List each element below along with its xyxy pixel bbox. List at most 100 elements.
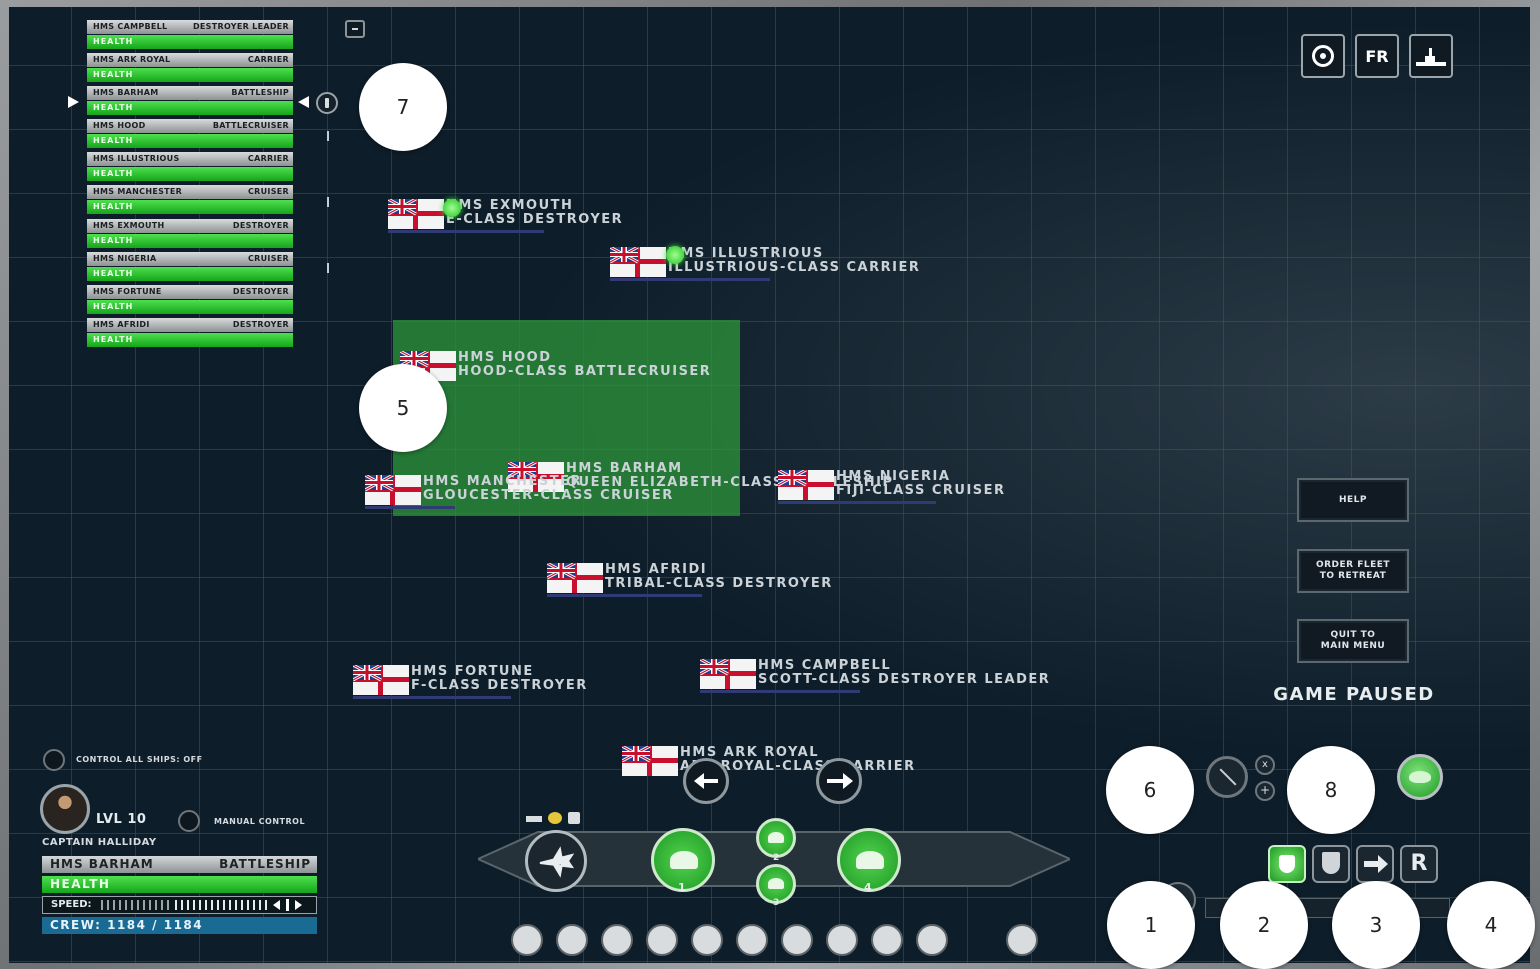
map-ship-class: GLOUCESTER-CLASS CRUISER (423, 488, 674, 503)
ahead-icon[interactable] (511, 924, 543, 956)
map-ship-label[interactable]: HMS FORTUNE F-CLASS DESTROYER (411, 665, 588, 693)
fleet-ship-type: BATTLESHIP (231, 88, 289, 97)
ship-info-icon[interactable] (316, 92, 338, 114)
fleet-ship-type: DESTROYER (232, 287, 289, 296)
map-ship-class: F-CLASS DESTROYER (411, 678, 588, 693)
cycle-right-arrow-icon[interactable] (816, 758, 862, 804)
fleet-ship-name: HMS FORTUNE (93, 287, 162, 296)
defend-order-icon[interactable] (1312, 845, 1350, 883)
propeller-icon[interactable] (556, 924, 588, 956)
captain-avatar[interactable] (40, 784, 90, 834)
retreat-order-icon[interactable]: R (1400, 845, 1438, 883)
secondary-turret-2-button[interactable] (756, 818, 796, 858)
captain-name: CAPTAIN HALLIDAY (42, 837, 157, 848)
compass-button[interactable] (1206, 756, 1248, 798)
ship-health-underline (547, 594, 702, 597)
zoom-out-button[interactable]: x (1255, 755, 1275, 775)
fleet-list-item[interactable]: HMS HOOD BATTLECRUISER HEALTH (87, 119, 293, 149)
tutorial-marker: 2 (1220, 881, 1308, 969)
fleet-ship-health-bar: HEALTH (87, 300, 293, 314)
crew-icon[interactable] (736, 924, 768, 956)
selected-ship-pointer-icon (298, 96, 309, 108)
collapse-fleet-list-button[interactable] (345, 20, 365, 38)
cycle-left-arrow-icon[interactable] (683, 758, 729, 804)
map-ship-name: HMS MANCHESTER (423, 474, 583, 489)
attack-order-icon[interactable] (1268, 845, 1306, 883)
speed-reverse-track[interactable] (101, 900, 171, 910)
fleet-list-item[interactable]: HMS AFRIDI DESTROYER HEALTH (87, 318, 293, 348)
map-ship-label[interactable]: HMS MANCHESTER GLOUCESTER-CLASS CRUISER (423, 475, 674, 503)
zoom-in-button[interactable]: + (1255, 781, 1275, 801)
fleet-list-item[interactable]: HMS FORTUNE DESTROYER HEALTH (87, 285, 293, 315)
fleet-ship-type: BATTLECRUISER (212, 121, 289, 130)
timer-icon[interactable] (646, 924, 678, 956)
fleet-ship-type: CARRIER (247, 154, 289, 163)
speed-bar[interactable]: SPEED: (42, 896, 317, 914)
fleet-ship-health-bar: HEALTH (87, 101, 293, 115)
fleet-ship-type: DESTROYER (232, 320, 289, 329)
tutorial-marker: 8 (1287, 746, 1375, 834)
map-ship-name: HMS CAMPBELL (758, 658, 892, 673)
map-ship-label[interactable]: HMS HOOD HOOD-CLASS BATTLECRUISER (458, 351, 711, 379)
speed-slider-handle[interactable] (273, 898, 307, 912)
fleet-ship-type: DESTROYER LEADER (192, 22, 289, 31)
fleet-ship-type: CRUISER (248, 187, 289, 196)
aircraft-launch-button[interactable] (525, 830, 587, 892)
tutorial-marker: 4 (1447, 881, 1535, 969)
map-ship-name: HMS AFRIDI (605, 562, 708, 577)
list-icon[interactable] (691, 924, 723, 956)
fleet-ship-name-bar: HMS ARK ROYAL CARRIER (87, 53, 293, 67)
secondary-turret-3-number: 3 (773, 898, 780, 908)
control-all-label: CONTROL ALL SHIPS: OFF (76, 755, 203, 764)
selected-ship-arrow-icon (68, 96, 79, 108)
white-ensign-flag-icon (777, 468, 834, 500)
fleet-list-item[interactable]: HMS CAMPBELL DESTROYER LEADER HEALTH (87, 20, 293, 50)
tutorial-marker: 3 (1332, 881, 1420, 969)
order-tick (327, 263, 329, 273)
gauge-icon[interactable] (916, 924, 948, 956)
fleet-list-item[interactable]: HMS BARHAM BATTLESHIP HEALTH (87, 86, 293, 116)
manual-control-label: MANUAL CONTROL (214, 817, 306, 826)
fleet-list-item[interactable]: HMS ARK ROYAL CARRIER HEALTH (87, 53, 293, 83)
fleet-list-item[interactable]: HMS ILLUSTRIOUS CARRIER HEALTH (87, 152, 293, 182)
fleet-ship-health-bar: HEALTH (87, 68, 293, 82)
fleet-ship-name-bar: HMS CAMPBELL DESTROYER LEADER (87, 20, 293, 34)
document-icon[interactable] (601, 924, 633, 956)
order-fleet-retreat-button[interactable]: ORDER FLEET TO RETREAT (1297, 549, 1409, 593)
control-all-toggle[interactable] (43, 749, 65, 771)
map-ship-label[interactable]: HMS NIGERIA FIJI-CLASS CRUISER (836, 470, 1006, 498)
gear-icon[interactable] (781, 924, 813, 956)
quit-main-menu-button[interactable]: QUIT TO MAIN MENU (1297, 619, 1409, 663)
target-reticle-button[interactable] (1301, 34, 1345, 78)
fleet-ship-name: HMS MANCHESTER (93, 187, 183, 196)
crew-bar: CREW: 1184 / 1184 (42, 917, 317, 934)
stop-icon[interactable] (1006, 924, 1038, 956)
map-ship-label[interactable]: HMS ILLUSTRIOUS ILLUSTRIOUS-CLASS CARRIER (668, 247, 920, 275)
map-ship-name: HMS FORTUNE (411, 664, 534, 679)
fleet-list-item[interactable]: HMS NIGERIA CRUISER HEALTH (87, 252, 293, 282)
map-ship-label[interactable]: HMS AFRIDI TRIBAL-CLASS DESTROYER (605, 563, 833, 591)
formation-button[interactable]: FR (1355, 34, 1399, 78)
map-ship-label[interactable]: HMS EXMOUTH E-CLASS DESTROYER (446, 199, 623, 227)
wrench-icon[interactable] (826, 924, 858, 956)
fleet-ship-name-bar: HMS ILLUSTRIOUS CARRIER (87, 152, 293, 166)
fleet-command-button[interactable] (1397, 754, 1443, 800)
fleet-ship-name-bar: HMS EXMOUTH DESTROYER (87, 219, 293, 233)
fleet-list-item[interactable]: HMS EXMOUTH DESTROYER HEALTH (87, 219, 293, 249)
fleet-ship-name: HMS ARK ROYAL (93, 55, 171, 64)
fleet-view-button[interactable] (1409, 34, 1453, 78)
ship-health-underline (353, 696, 511, 699)
fleet-ship-name-bar: HMS BARHAM BATTLESHIP (87, 86, 293, 100)
map-ship-label[interactable]: HMS CAMPBELL SCOTT-CLASS DESTROYER LEADER (758, 659, 1050, 687)
fleet-list-item[interactable]: HMS MANCHESTER CRUISER HEALTH (87, 185, 293, 215)
fleet-ship-health-bar: HEALTH (87, 167, 293, 181)
move-order-icon[interactable] (1356, 845, 1394, 883)
manual-control-toggle[interactable] (178, 810, 200, 832)
ship-selected-dot-icon (443, 199, 461, 217)
fleet-ship-type: CRUISER (248, 254, 289, 263)
help-button[interactable]: HELP (1297, 478, 1409, 522)
map-ship-name: HMS EXMOUTH (446, 198, 574, 213)
crosshair-icon[interactable] (871, 924, 903, 956)
speed-forward-track[interactable] (175, 900, 267, 910)
secondary-turret-2-number: 2 (773, 853, 780, 863)
